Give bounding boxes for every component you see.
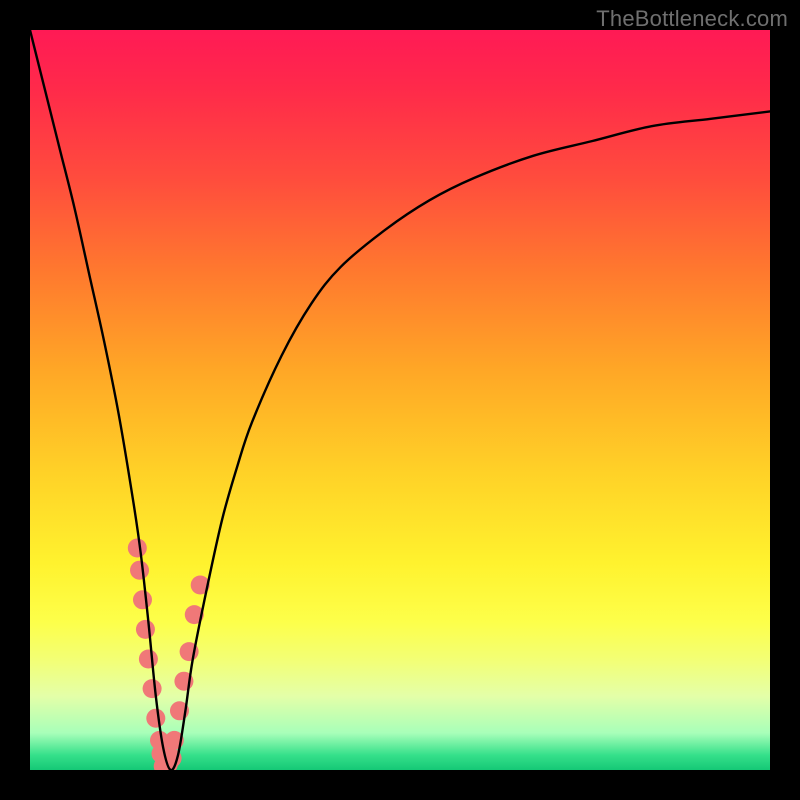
data-point (130, 561, 149, 580)
data-point (139, 650, 158, 669)
watermark-text: TheBottleneck.com (596, 6, 788, 32)
chart-svg (30, 30, 770, 770)
data-point (128, 539, 147, 558)
data-point (146, 709, 165, 728)
data-point (133, 590, 152, 609)
data-point (143, 679, 162, 698)
data-point (136, 620, 155, 639)
plot-area (30, 30, 770, 770)
chart-frame: TheBottleneck.com (0, 0, 800, 800)
data-markers (128, 539, 210, 771)
